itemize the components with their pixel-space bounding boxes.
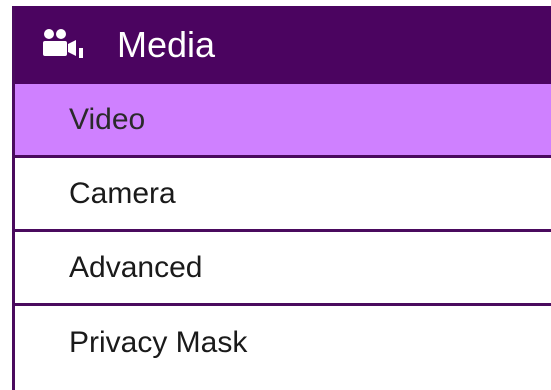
menu-header-title: Media xyxy=(117,24,216,65)
media-camera-icon xyxy=(41,28,87,62)
menu-item-label: Advanced xyxy=(69,250,203,284)
menu-item-advanced[interactable]: Advanced xyxy=(15,232,551,306)
menu-item-label: Privacy Mask xyxy=(69,326,248,359)
menu-item-label: Video xyxy=(69,102,146,136)
menu-item-camera[interactable]: Camera xyxy=(15,158,551,232)
media-menu: Media Video Camera Advanced Privacy Mask xyxy=(12,6,551,390)
menu-item-video[interactable]: Video xyxy=(15,84,551,158)
menu-item-privacy-mask[interactable]: Privacy Mask xyxy=(15,306,551,380)
media-menu-header[interactable]: Media xyxy=(15,6,551,84)
menu-item-label: Camera xyxy=(69,176,176,210)
